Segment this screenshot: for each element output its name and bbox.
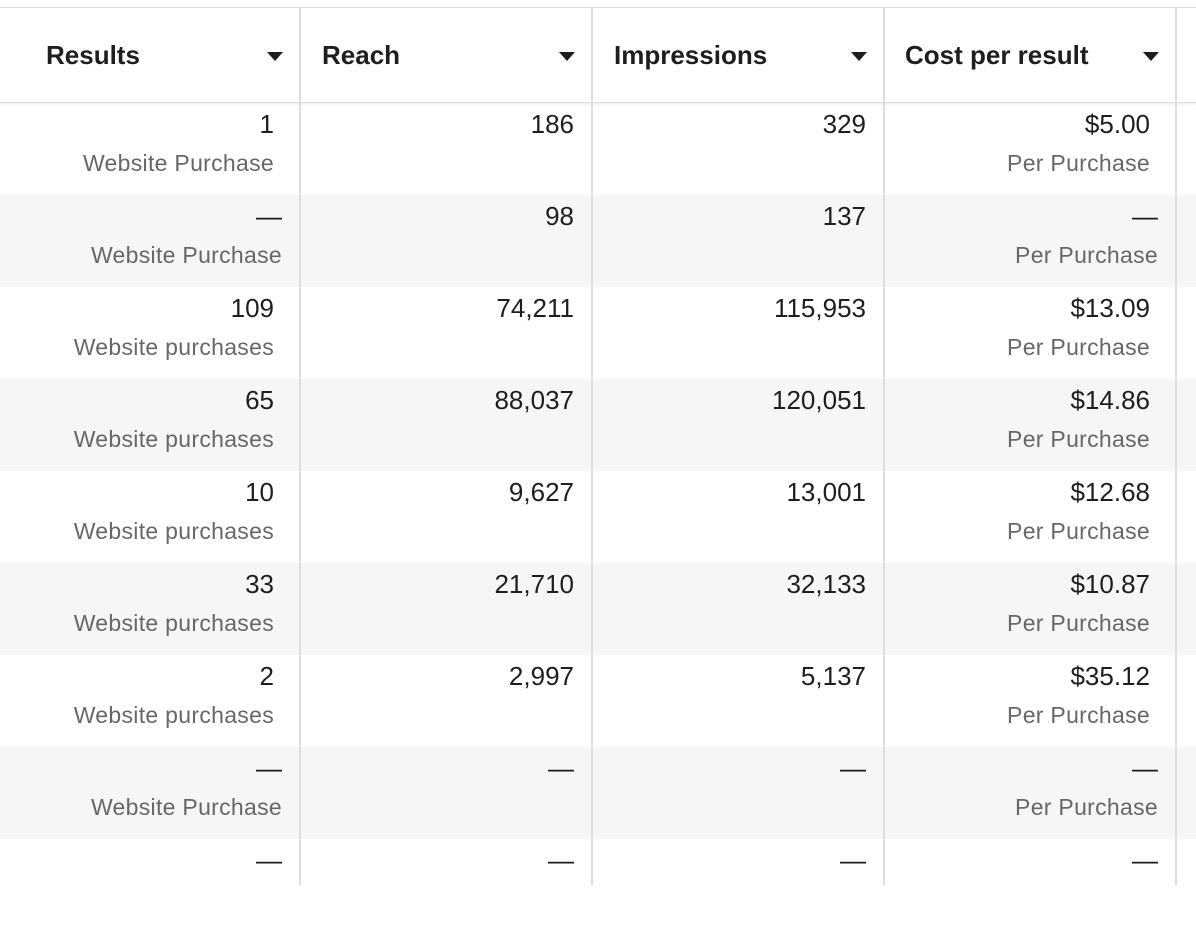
results-type: Website purchases (73, 518, 274, 544)
results-value: — (256, 753, 282, 783)
reach-value: 186 (530, 109, 574, 139)
reach-value: 74,211 (496, 293, 574, 323)
cost-per-result-value: $12.68 (1070, 477, 1150, 507)
impressions-value: 32,133 (786, 569, 866, 599)
table-row[interactable]: 2 Website purchases 2,997 5,137 $35.12 Per Pu… (0, 655, 1196, 747)
column-divider[interactable] (591, 8, 593, 885)
column-header-cost-per-result-label: Cost per result (905, 39, 1089, 70)
column-header-reach-label: Reach (322, 39, 401, 70)
column-header-impressions-label: Impressions (614, 39, 768, 70)
table-row[interactable]: — — — — (0, 839, 1196, 931)
column-divider[interactable] (299, 8, 301, 885)
column-header-results-label: Results (46, 39, 140, 70)
cost-per-result-type: Per Purchase (1007, 426, 1150, 452)
cost-per-result-type: Per Purchase (1007, 334, 1150, 360)
table-row[interactable]: 10 Website purchases 9,627 13,001 $12.68 Per … (0, 471, 1196, 563)
table-row[interactable]: 1 Website Purchase 186 329 $5.00 Per Purchase (0, 103, 1196, 195)
table-row[interactable]: 33 Website purchases 21,710 32,133 $10.87 Per… (0, 563, 1196, 655)
cost-per-result-type: Per Purchase (1015, 794, 1158, 820)
reach-value: 21,710 (494, 569, 574, 599)
impressions-value: 115,953 (773, 293, 866, 323)
cost-per-result-type: Per Purchase (1007, 610, 1150, 636)
reach-value: 2,997 (508, 661, 574, 691)
column-divider[interactable] (1175, 8, 1177, 885)
results-value: — (256, 845, 282, 875)
results-value: — (256, 201, 282, 231)
impressions-value: — (840, 753, 866, 783)
impressions-value: — (840, 845, 866, 875)
cost-per-result-value: $13.09 (1070, 293, 1150, 323)
results-value: 33 (245, 569, 274, 599)
table-row[interactable]: 109 Website purchases 74,211 115,953 $13.09 P… (0, 287, 1196, 379)
results-value: 109 (230, 293, 274, 323)
cost-per-result-value: — (1132, 753, 1158, 783)
table-row[interactable]: 65 Website purchases 88,037 120,051 $14.86 Pe… (0, 379, 1196, 471)
impressions-value: 329 (822, 109, 866, 139)
results-type: Website purchases (73, 702, 274, 728)
results-type: Website purchases (73, 334, 274, 360)
reach-value: — (548, 845, 574, 875)
impressions-value: 5,137 (800, 661, 866, 691)
table-row[interactable]: — Website Purchase — — — Per Purchase (0, 747, 1196, 839)
cost-per-result-value: — (1132, 201, 1158, 231)
results-value: 65 (245, 385, 274, 415)
table-body: 1 Website Purchase 186 329 $5.00 Per Purchase… (0, 103, 1196, 931)
cost-per-result-value: $35.12 (1070, 661, 1150, 691)
impressions-value: 13,001 (786, 477, 866, 507)
results-value: 10 (245, 477, 274, 507)
results-type: Website purchases (73, 610, 274, 636)
sort-caret-icon[interactable] (559, 52, 575, 61)
reach-value: 88,037 (494, 385, 574, 415)
impressions-value: 137 (822, 201, 866, 231)
reach-value: 98 (545, 201, 574, 231)
results-type: Website Purchase (90, 794, 282, 820)
results-value: 1 (259, 109, 274, 139)
reach-value: 9,627 (508, 477, 574, 507)
results-type: Website purchases (73, 426, 274, 452)
impressions-value: 120,051 (772, 385, 866, 415)
results-type: Website Purchase (90, 242, 282, 268)
column-header-reach[interactable]: Reach (322, 8, 588, 102)
column-divider[interactable] (883, 8, 885, 885)
cost-per-result-type: Per Purchase (1007, 150, 1150, 176)
sort-caret-icon[interactable] (1143, 52, 1159, 61)
table-row[interactable]: — Website Purchase 98 137 — Per Purchase (0, 195, 1196, 287)
table-top-border (0, 0, 1196, 8)
sort-caret-icon[interactable] (267, 52, 283, 61)
cost-per-result-type: Per Purchase (1007, 702, 1150, 728)
cost-per-result-type: Per Purchase (1007, 518, 1150, 544)
cost-per-result-value: $10.87 (1070, 569, 1150, 599)
column-header-cost-per-result[interactable]: Cost per result (905, 8, 1171, 102)
results-value: 2 (259, 661, 274, 691)
reach-value: — (548, 753, 574, 783)
sort-caret-icon[interactable] (851, 52, 867, 61)
cost-per-result-type: Per Purchase (1015, 242, 1158, 268)
cost-per-result-value: $14.86 (1070, 385, 1150, 415)
table-header: Results Reach Impressions Cost per resul… (0, 8, 1196, 103)
results-type: Website Purchase (82, 150, 274, 176)
column-header-impressions[interactable]: Impressions (614, 8, 880, 102)
column-header-results[interactable]: Results (46, 8, 296, 102)
cost-per-result-value: $5.00 (1084, 109, 1150, 139)
cost-per-result-value: — (1132, 845, 1158, 875)
